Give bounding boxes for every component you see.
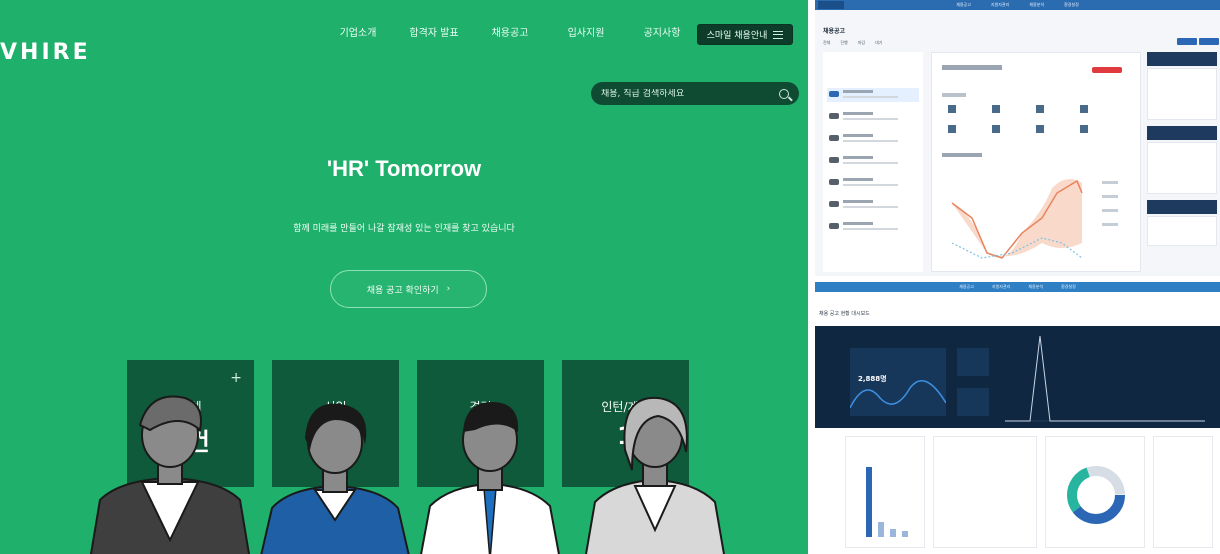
nav-item[interactable]: 채용공고 xyxy=(959,284,974,290)
nav-item-notice[interactable]: 공지사항 xyxy=(624,24,700,39)
plus-icon[interactable]: + xyxy=(230,370,242,386)
tab-closed[interactable]: 마감 xyxy=(858,40,865,46)
tab-all[interactable]: 전체 xyxy=(823,40,830,46)
bar-chart-card xyxy=(845,436,925,548)
bar-chart-thumbnail xyxy=(866,467,908,537)
list-item[interactable] xyxy=(827,154,919,168)
panel-header xyxy=(1147,126,1217,140)
view-jobs-button[interactable]: 채용 공고 확인하기 › xyxy=(330,270,487,308)
person-illustration-4 xyxy=(585,396,725,554)
person-illustration-1 xyxy=(89,395,251,554)
list-item[interactable] xyxy=(827,176,919,190)
nav-item-results[interactable]: 합격자 발표 xyxy=(396,24,472,39)
list-item[interactable] xyxy=(827,220,919,234)
search-input[interactable] xyxy=(601,88,779,99)
person-illustration-3 xyxy=(420,402,560,554)
kpi-card: 2,888명 xyxy=(849,348,947,416)
nav-item[interactable]: 채용분석 xyxy=(1029,2,1044,8)
view-jobs-label: 채용 공고 확인하기 xyxy=(366,285,439,296)
panel-body xyxy=(1147,216,1217,246)
hero-title: 'HR' Tomorrow xyxy=(326,156,482,181)
people-illustration xyxy=(89,395,725,554)
nav-item-apply[interactable]: 입사지원 xyxy=(548,24,624,39)
job-detail-panel xyxy=(931,52,1141,272)
hiring-guide-button[interactable]: 스마일 채용안내 xyxy=(697,24,793,45)
dashboard-top-nav: 채용공고 지원자관리 채용분석 환경설정 xyxy=(815,282,1220,292)
dashboard-side-panels xyxy=(1147,52,1217,252)
mini-kpi-card xyxy=(957,348,989,376)
tab-pending[interactable]: 대기 xyxy=(875,40,882,46)
panel-body xyxy=(1147,142,1217,194)
search-bar xyxy=(591,82,799,105)
stats-thumbnail xyxy=(942,65,1118,259)
list-item[interactable] xyxy=(827,132,919,146)
nav-item[interactable]: 환경설정 xyxy=(1064,2,1079,8)
hiring-guide-label: 스마일 채용안내 xyxy=(706,31,768,41)
hire-landing: VHIRE 기업소개 합격자 발표 채용공고 입사지원 공지사항 스마일 채용안… xyxy=(0,0,808,554)
analytics-dashboard-preview: 채용공고 지원자관리 채용분석 환경설정 채용 공고 현황 대시보드 2,888… xyxy=(815,282,1220,554)
nav-item-company[interactable]: 기업소개 xyxy=(320,24,396,39)
mini-kpi-card xyxy=(957,388,989,416)
search-icon[interactable] xyxy=(779,88,789,99)
panel-header xyxy=(1147,52,1217,66)
recruit-dashboard-preview: 채용공고 지원자관리 채용분석 환경설정 채용공고 전체 진행 마감 대기 xyxy=(815,0,1220,276)
top-nav: 기업소개 합격자 발표 채용공고 입사지원 공지사항 xyxy=(320,24,700,39)
action-button[interactable] xyxy=(1177,38,1197,45)
list-item[interactable] xyxy=(827,198,919,212)
panel-header xyxy=(1147,200,1217,214)
list-item[interactable] xyxy=(827,110,919,124)
dashboard-top-nav: 채용공고 지원자관리 채용분석 환경설정 xyxy=(815,0,1220,10)
person-illustration-2 xyxy=(260,403,410,554)
nav-item[interactable]: 채용공고 xyxy=(956,2,971,8)
nav-item[interactable]: 지원자관리 xyxy=(992,284,1010,290)
status-badge xyxy=(1092,67,1122,73)
chevron-right-icon: › xyxy=(446,284,451,294)
kpi-value: 2,888명 xyxy=(858,375,887,383)
dashboard-logo xyxy=(818,1,844,9)
page-title: 채용공고 xyxy=(823,28,846,35)
hero-subtitle: 함께 미래를 만들어 나갈 잠재성 있는 인재를 찾고 있습니다 xyxy=(293,224,515,234)
menu-icon xyxy=(773,30,784,39)
donut-chart-card xyxy=(1045,436,1145,548)
donut-chart-thumbnail xyxy=(1067,466,1125,524)
nav-item-jobs[interactable]: 채용공고 xyxy=(472,24,548,39)
nav-item[interactable]: 지원자관리 xyxy=(991,2,1009,8)
nav-item[interactable]: 채용분석 xyxy=(1028,284,1043,290)
site-logo[interactable]: VHIRE xyxy=(0,40,91,65)
list-item[interactable] xyxy=(827,88,919,102)
page-title: 채용 공고 현황 대시보드 xyxy=(819,311,870,317)
filter-tabs: 전체 진행 마감 대기 xyxy=(823,40,883,46)
panel-body xyxy=(1147,68,1217,120)
stat-card xyxy=(1153,436,1213,548)
tab-open[interactable]: 진행 xyxy=(840,40,847,46)
action-button[interactable] xyxy=(1199,38,1219,45)
nav-item[interactable]: 환경설정 xyxy=(1061,284,1076,290)
job-list xyxy=(823,52,923,272)
list-card xyxy=(933,436,1037,548)
